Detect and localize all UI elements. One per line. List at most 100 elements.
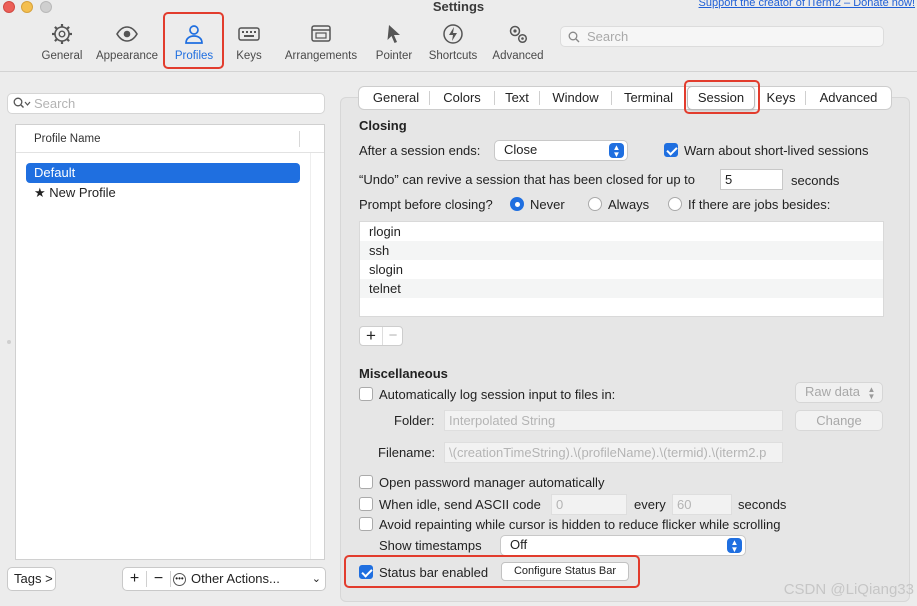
tab-keys[interactable]: Keys (757, 87, 805, 109)
lightning-icon (443, 24, 463, 44)
filename-field[interactable]: \(creationTimeString).\(profileName).\(t… (444, 442, 783, 463)
autolog-format-select[interactable]: Raw data ▲ ▼ (795, 382, 883, 403)
toolbar-pointer-label: Pointer (375, 50, 413, 62)
tab-window[interactable]: Window (540, 87, 611, 109)
toolbar-arrangements-label: Arrangements (284, 50, 358, 62)
toolbar-keys[interactable]: Keys (229, 22, 269, 66)
change-folder-button[interactable]: Change (795, 410, 883, 431)
warn-short-lived-label: Warn about short-lived sessions (684, 143, 869, 158)
toolbar-shortcuts[interactable]: Shortcuts (426, 22, 480, 66)
list-item[interactable]: rlogin (360, 222, 883, 241)
toolbar-advanced[interactable]: Advanced (491, 22, 545, 66)
toolbar-appearance-label: Appearance (95, 50, 159, 62)
stepper-icon: ▲ ▼ (867, 385, 876, 401)
after-session-ends-label: After a session ends: (359, 143, 481, 158)
tab-terminal[interactable]: Terminal (612, 87, 685, 109)
undo-revive-label: “Undo” can revive a session that has bee… (359, 172, 696, 187)
remove-job-button[interactable]: − (382, 327, 403, 345)
folder-label: Folder: (394, 413, 435, 428)
other-actions-label: Other Actions... (191, 571, 280, 586)
gears-icon (509, 25, 528, 44)
profile-list: Profile Name Default ★ New Profile (15, 124, 325, 560)
after-session-ends-select[interactable]: Close ▲ ▼ (494, 140, 628, 161)
undo-seconds-unit: seconds (791, 173, 840, 188)
toolbar-search-field[interactable]: Search (560, 26, 884, 47)
password-manager-label: Open password manager automatically (379, 475, 605, 490)
autolog-format-value: Raw data (805, 384, 860, 399)
toolbar-pointer[interactable]: Pointer (372, 22, 416, 66)
tab-general[interactable]: General (363, 87, 429, 109)
profile-search-placeholder: Search (34, 96, 76, 111)
folder-field[interactable]: Interpolated String (444, 410, 783, 431)
profile-tabs: General Colors Text Window Terminal Sess… (358, 86, 892, 110)
after-session-ends-value: Close (504, 142, 538, 157)
autolog-label: Automatically log session input to files… (379, 387, 616, 402)
profile-row-new-profile[interactable]: ★ New Profile (34, 185, 116, 201)
toolbar-shortcuts-label: Shortcuts (428, 50, 478, 62)
search-options-icon (13, 97, 31, 108)
toolbar-advanced-label: Advanced (492, 50, 544, 62)
prompt-always-radio[interactable] (588, 197, 602, 211)
prompt-never-radio[interactable] (510, 197, 524, 211)
every-label: every (634, 497, 666, 512)
idle-interval-field[interactable]: 60 (672, 494, 732, 515)
status-bar-highlight (344, 555, 640, 588)
toolbar-general-label: General (41, 50, 83, 62)
split-handle[interactable] (7, 340, 11, 344)
toolbar-appearance[interactable]: Appearance (95, 22, 159, 66)
tags-button[interactable]: Tags > (7, 567, 56, 591)
idle-ascii-label: When idle, send ASCII code (379, 497, 541, 512)
jobs-list: rlogin ssh slogin telnet (359, 221, 884, 317)
column-divider (299, 131, 300, 147)
toolbar-arrangements[interactable]: Arrangements (282, 22, 360, 66)
tab-text[interactable]: Text (495, 87, 539, 109)
search-icon (568, 31, 580, 43)
show-timestamps-select[interactable]: Off ▲ ▼ (500, 535, 746, 556)
session-tab-highlight (684, 80, 760, 114)
other-actions-menu[interactable]: ••• Other Actions... ⌄ (171, 568, 325, 590)
tab-colors[interactable]: Colors (430, 87, 494, 109)
autolog-checkbox[interactable] (359, 387, 373, 401)
add-profile-button[interactable]: + (123, 568, 146, 590)
idle-ascii-code-field[interactable]: 0 (551, 494, 627, 515)
avoid-repaint-label: Avoid repainting while cursor is hidden … (379, 517, 781, 532)
profile-actions-bar: + − ••• Other Actions... ⌄ (122, 567, 326, 591)
prompt-never-label: Never (530, 197, 565, 212)
add-job-button[interactable]: + (360, 327, 382, 345)
list-item[interactable]: ssh (360, 241, 883, 260)
prompt-always-label: Always (608, 197, 650, 212)
pointer-icon (387, 25, 400, 43)
windows-icon (311, 25, 331, 42)
closing-section-title: Closing (359, 118, 407, 133)
ellipsis-circle-icon: ••• (173, 573, 186, 586)
stepper-icon: ▲ ▼ (609, 143, 624, 159)
star-icon: ★ (34, 185, 46, 200)
chevron-down-icon: ⌄ (311, 573, 321, 585)
stepper-icon: ▲ ▼ (727, 538, 742, 554)
list-item[interactable]: telnet (360, 279, 883, 298)
prompt-jobs-radio[interactable] (668, 197, 682, 211)
prompt-before-closing-label: Prompt before closing? (359, 197, 493, 212)
prompt-jobs-label: If there are jobs besides: (688, 197, 831, 212)
profile-row-default[interactable]: Default (26, 163, 300, 183)
show-timestamps-label: Show timestamps (379, 538, 482, 553)
keyboard-icon (238, 27, 260, 41)
avoid-repaint-checkbox[interactable] (359, 517, 373, 531)
warn-short-lived-checkbox[interactable] (664, 143, 678, 157)
profile-list-header[interactable]: Profile Name (16, 125, 324, 153)
profiles-highlight (163, 12, 224, 69)
filename-label: Filename: (378, 445, 436, 460)
eye-icon (116, 26, 138, 42)
tab-advanced[interactable]: Advanced (806, 87, 891, 109)
undo-seconds-field[interactable]: 5 (720, 169, 783, 190)
password-manager-checkbox[interactable] (359, 475, 373, 489)
gear-icon (52, 24, 72, 44)
toolbar-general[interactable]: General (40, 22, 84, 66)
donate-link[interactable]: Support the creator of iTerm2 – Donate n… (699, 0, 915, 9)
idle-ascii-checkbox[interactable] (359, 497, 373, 511)
profile-search-field[interactable]: Search (7, 93, 325, 114)
toolbar-keys-label: Keys (236, 50, 262, 62)
list-item[interactable]: slogin (360, 260, 883, 279)
profile-list-scroll-track (310, 153, 311, 559)
remove-profile-button[interactable]: − (147, 568, 170, 590)
